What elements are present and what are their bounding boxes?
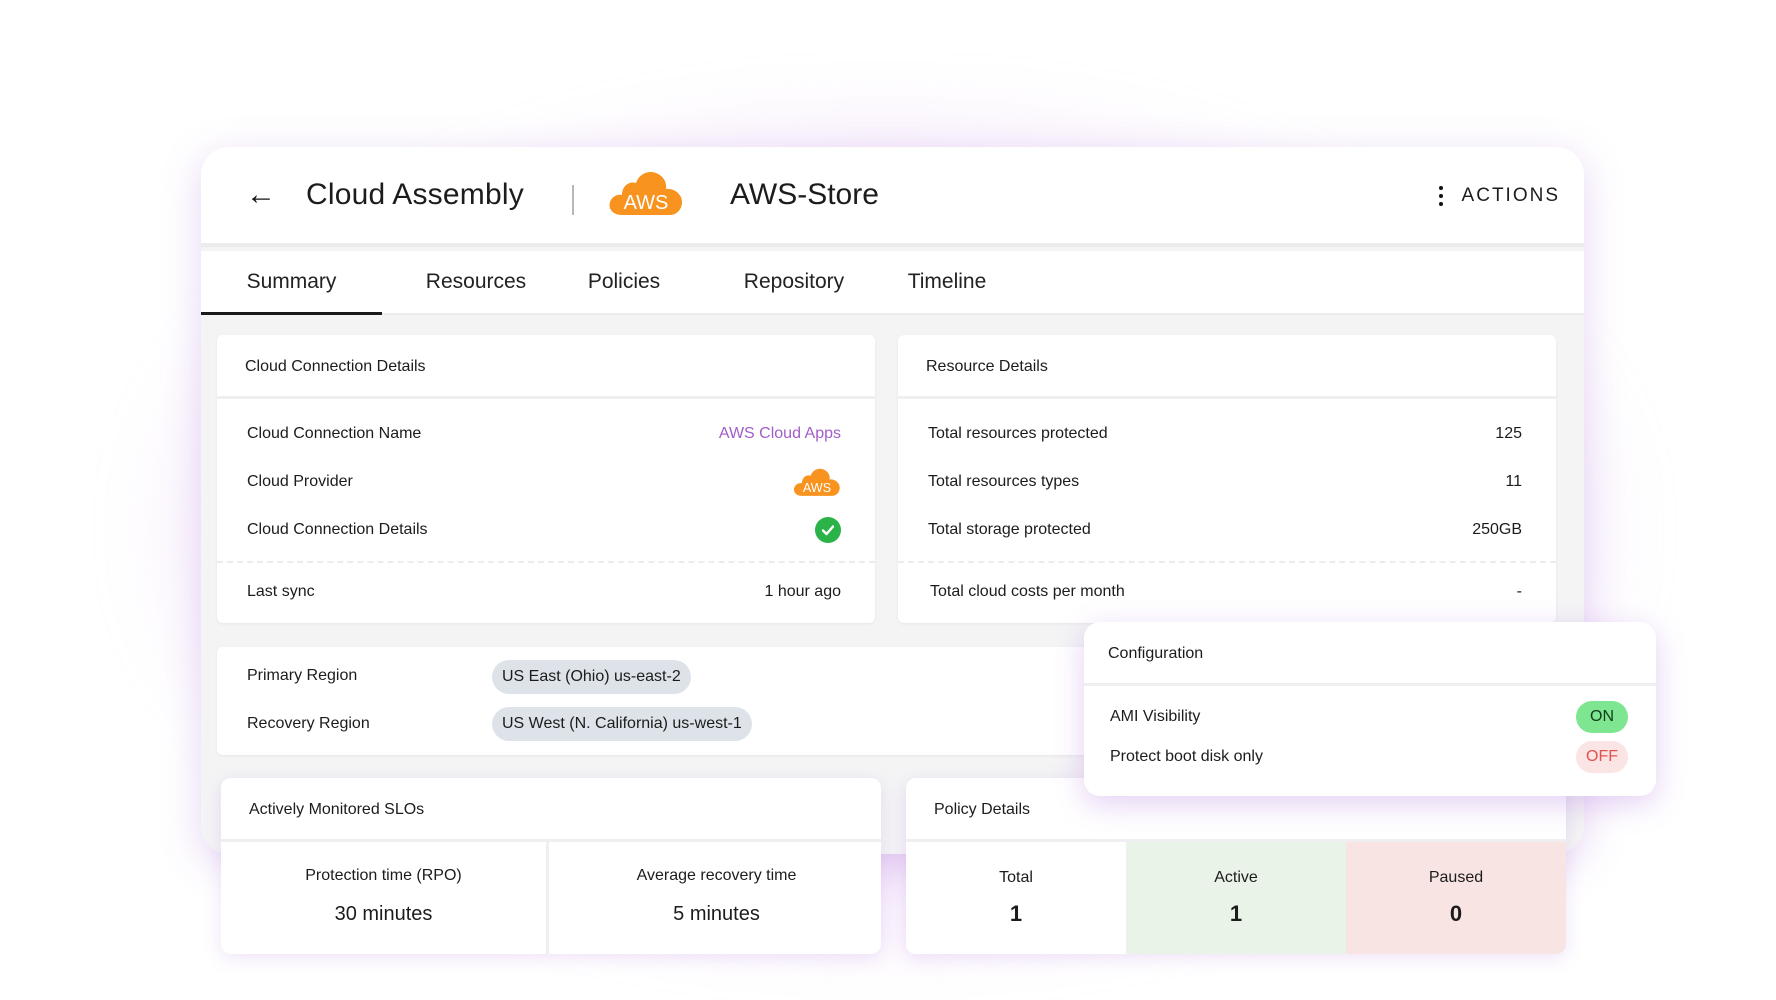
resource-row: Total storage protected 250GB bbox=[928, 515, 1522, 545]
policy-details-card: Policy Details Total 1 Active 1 Paused 0 bbox=[906, 778, 1566, 954]
row-label: Total resources protected bbox=[928, 425, 1108, 442]
config-row-ami: AMI Visibility ON bbox=[1110, 701, 1628, 733]
slo-rpo: Protection time (RPO) 30 minutes bbox=[221, 842, 549, 954]
tab-bar: Summary Resources Policies Repository Ti… bbox=[201, 251, 1584, 315]
configuration-card: Configuration AMI Visibility ON Protect … bbox=[1084, 622, 1656, 796]
tab-repository[interactable]: Repository bbox=[731, 251, 857, 315]
recovery-region-label: Recovery Region bbox=[247, 715, 370, 732]
resource-details-title: Resource Details bbox=[898, 335, 1556, 399]
policy-value: 1 bbox=[1009, 901, 1023, 926]
last-sync-value: 1 hour ago bbox=[764, 583, 841, 600]
resource-row: Total resources types 11 bbox=[928, 467, 1522, 497]
aws-cloud-logo-icon: AWS bbox=[609, 172, 682, 215]
slo-value: 30 minutes bbox=[334, 903, 433, 925]
cloud-provider-row: Cloud Provider AWS bbox=[247, 467, 841, 497]
resource-row: Total resources protected 125 bbox=[928, 419, 1522, 449]
header-divider bbox=[572, 185, 574, 215]
slo-label: Average recovery time bbox=[636, 867, 797, 884]
policy-label: Active bbox=[1214, 869, 1258, 886]
policy-active: Active 1 bbox=[1126, 842, 1346, 954]
recovery-region-chip: US West (N. California) us-west-1 bbox=[492, 707, 752, 741]
row-label: AMI Visibility bbox=[1110, 708, 1201, 725]
slo-recovery: Average recovery time 5 minutes bbox=[552, 842, 881, 954]
policy-total: Total 1 bbox=[906, 842, 1126, 954]
row-value: - bbox=[1516, 583, 1522, 600]
last-sync-row: Last sync 1 hour ago bbox=[247, 577, 841, 607]
cost-row: Total cloud costs per month - bbox=[930, 577, 1522, 607]
row-label: Cloud Connection Details bbox=[247, 521, 428, 538]
more-vertical-icon bbox=[1438, 186, 1444, 206]
slo-title: Actively Monitored SLOs bbox=[221, 778, 881, 842]
row-value: 125 bbox=[1495, 425, 1522, 442]
primary-region-label: Primary Region bbox=[247, 667, 358, 684]
actions-label: ACTIONS bbox=[1461, 185, 1560, 206]
aws-logo-text: AWS bbox=[624, 192, 669, 214]
row-label: Last sync bbox=[247, 583, 315, 600]
row-label: Total storage protected bbox=[928, 521, 1091, 538]
slo-value: 5 minutes bbox=[673, 903, 760, 925]
cloud-connection-card: Cloud Connection Details Cloud Connectio… bbox=[217, 335, 875, 623]
policy-label: Total bbox=[999, 869, 1033, 886]
policy-label: Paused bbox=[1428, 869, 1484, 886]
primary-region-chip: US East (Ohio) us-east-2 bbox=[492, 660, 691, 694]
policy-value: 1 bbox=[1229, 901, 1243, 926]
dashed-divider bbox=[898, 561, 1556, 563]
resource-details-card: Resource Details Total resources protect… bbox=[898, 335, 1556, 623]
actions-button[interactable]: ACTIONS bbox=[1438, 181, 1560, 211]
row-value: 250GB bbox=[1472, 521, 1522, 538]
page-header: ← Cloud Assembly AWS AWS-Store ACTIONS bbox=[201, 147, 1584, 247]
protect-boot-disk-toggle[interactable]: OFF bbox=[1576, 741, 1628, 773]
cloud-connection-title: Cloud Connection Details bbox=[217, 335, 875, 399]
row-label: Total resources types bbox=[928, 473, 1080, 490]
app-title: Cloud Assembly bbox=[306, 178, 524, 211]
row-label: Cloud Connection Name bbox=[247, 425, 422, 442]
row-value: 11 bbox=[1505, 473, 1522, 490]
dashed-divider bbox=[217, 561, 875, 563]
cloud-connection-details-row: Cloud Connection Details bbox=[247, 515, 841, 545]
row-label: Protect boot disk only bbox=[1110, 748, 1263, 765]
slo-label: Protection time (RPO) bbox=[305, 867, 462, 884]
tab-policies[interactable]: Policies bbox=[576, 251, 672, 315]
policy-value: 0 bbox=[1449, 901, 1463, 926]
tab-summary[interactable]: Summary bbox=[201, 251, 382, 315]
store-title: AWS-Store bbox=[730, 178, 879, 211]
cloud-connection-name-row: Cloud Connection Name AWS Cloud Apps bbox=[247, 419, 841, 449]
row-label: Total cloud costs per month bbox=[930, 583, 1125, 600]
row-label: Cloud Provider bbox=[247, 473, 353, 490]
tab-resources[interactable]: Resources bbox=[416, 251, 536, 315]
policy-paused: Paused 0 bbox=[1346, 842, 1566, 954]
slo-card: Actively Monitored SLOs Protection time … bbox=[221, 778, 881, 954]
check-circle-icon bbox=[815, 517, 841, 543]
back-arrow-icon[interactable]: ← bbox=[241, 175, 281, 215]
ami-visibility-toggle[interactable]: ON bbox=[1576, 701, 1628, 733]
configuration-title: Configuration bbox=[1084, 622, 1656, 686]
aws-cloud-logo-icon: AWS bbox=[793, 468, 840, 496]
config-row-boot-disk: Protect boot disk only OFF bbox=[1110, 741, 1628, 773]
cloud-connection-name-link[interactable]: AWS Cloud Apps bbox=[719, 425, 841, 443]
tab-timeline[interactable]: Timeline bbox=[898, 251, 996, 315]
aws-logo-text: AWS bbox=[803, 481, 831, 495]
